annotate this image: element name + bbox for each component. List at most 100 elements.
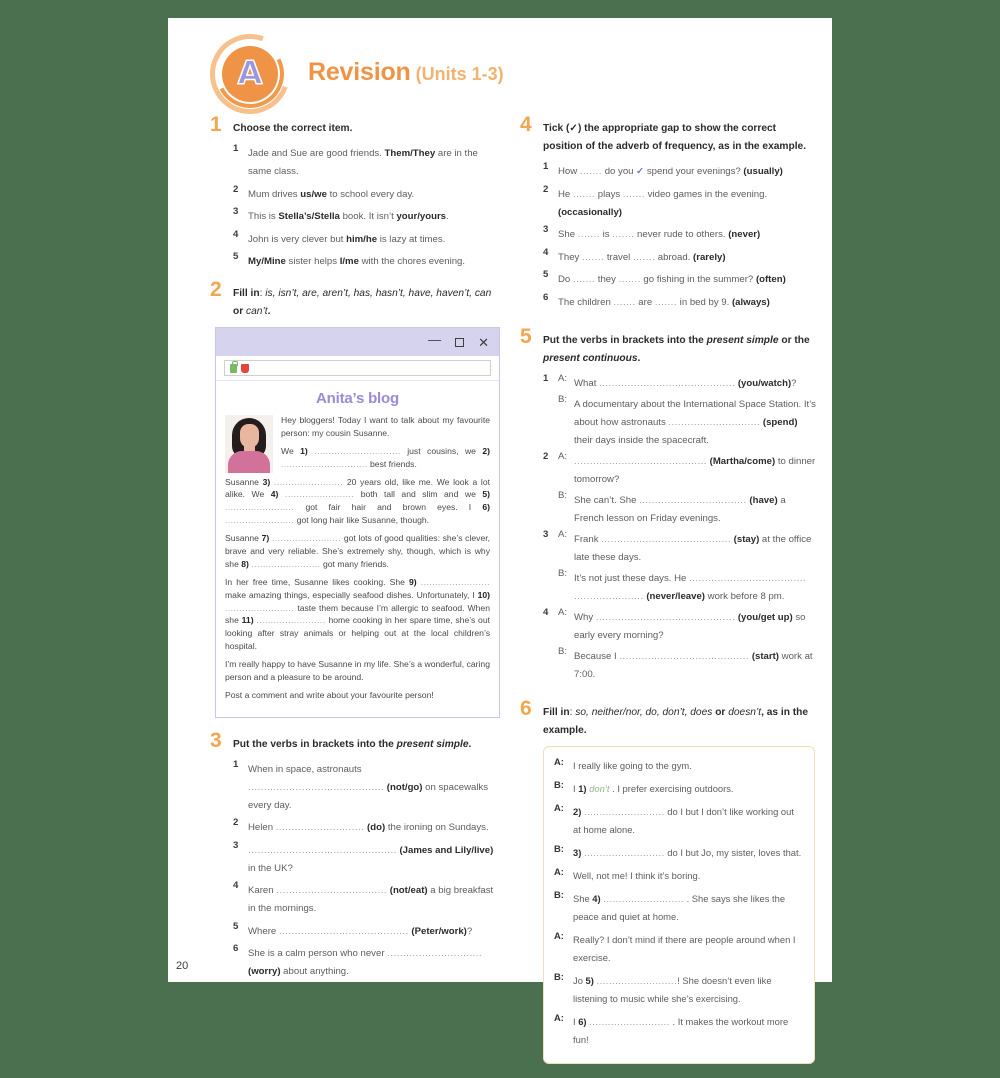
exercise-4-header: 4 Tick (✓) the appropriate gap to show t…: [520, 114, 816, 154]
maximize-icon[interactable]: [455, 337, 465, 347]
page-number: 20: [176, 960, 189, 972]
dialogue-line: B: Because I ............................…: [558, 646, 816, 682]
exercise-2: 2 Fill in: is, isn’t, are, aren’t, has, …: [210, 279, 500, 718]
blog-browser-window: — ✕ Anita’s blog Hey bloggers! Today I w…: [215, 327, 500, 718]
list-item: 3.......................................…: [233, 840, 500, 876]
exercise-6-dialogue-box: A: I really like going to the gym. B: I 1) …: [543, 745, 815, 1064]
speaker-label: B:: [558, 393, 568, 405]
item-text: My/Mine sister helps I/me with the chore…: [248, 256, 466, 267]
item-text: ........................................…: [248, 844, 494, 874]
item-text: Do ....... they ....... go fishing in th…: [558, 274, 786, 285]
exercise-6: 6 Fill in: so, neither/nor, do, don’t, d…: [520, 698, 816, 1064]
item-text: John is very clever but him/he is lazy a…: [248, 233, 446, 245]
list-item: 4 They ....... travel ....... abroad. (ra…: [543, 247, 816, 265]
blog-paragraph: I’m really happy to have Susanne in my l…: [225, 659, 490, 683]
exercise-2-header: 2 Fill in: is, isn’t, are, aren’t, has, …: [210, 279, 500, 319]
speaker-label: A:: [554, 801, 564, 813]
exercise-5: 5 Put the verbs in brackets into the pre…: [520, 326, 816, 682]
dialogue-text: Jo 5) ..........................! She do…: [573, 974, 772, 1004]
item-text: Because I ..............................…: [574, 650, 813, 680]
lock-icon: [230, 360, 238, 373]
speaker-label: B:: [554, 842, 564, 854]
dialogue-text: 2) .......................... do I but I…: [573, 805, 794, 835]
item-text: When in space, astronauts ..............…: [248, 763, 489, 811]
dialogue-line: B: It’s not just these days. He .........…: [558, 568, 816, 604]
exercise-4-instruction: Tick (✓) the appropriate gap to show the…: [543, 123, 807, 152]
item-text: She ....... is ....... never rude to oth…: [558, 229, 761, 240]
speaker-label: A:: [558, 606, 568, 618]
exercise-3-instruction: Put the verbs in brackets into the prese…: [233, 738, 472, 750]
item-number: 5: [233, 251, 239, 262]
item-number: 1: [233, 143, 239, 154]
dialogue-text: 3) .......................... do I but J…: [573, 846, 802, 858]
close-icon[interactable]: ✕: [478, 336, 489, 349]
list-item: 1 When in space, astronauts .............…: [233, 759, 500, 813]
exercise-6-number: 6: [520, 696, 532, 720]
exercise-2-instruction: Fill in: is, isn’t, are, aren’t, has, ha…: [233, 288, 492, 317]
item-number: 2: [233, 183, 239, 195]
exercise-4-number: 4: [520, 113, 532, 136]
speaker-label: A:: [554, 755, 564, 767]
dialogue-line: A: Well, not me! I think it’s boring.: [554, 866, 804, 884]
blog-paragraph: Susanne 7) ........................ got …: [225, 533, 490, 569]
exercise-5-number: 5: [520, 324, 532, 348]
list-item: 2 He ....... plays ....... video games in…: [543, 184, 816, 220]
exercise-1-number: 1: [210, 113, 222, 136]
item-text: Mum drives us/we to school every day.: [248, 188, 415, 200]
item-number: 6: [543, 291, 549, 303]
exercise-3-items: 1 When in space, astronauts .............…: [210, 759, 500, 980]
exercise-5-header: 5 Put the verbs in brackets into the pre…: [520, 326, 816, 366]
dialogue-line: A: I really like going to the gym.: [554, 756, 804, 774]
exercise-5-instruction: Put the verbs in brackets into the prese…: [543, 334, 810, 364]
workbook-page: A Revision (Units 1-3) 1 Choose the corre…: [168, 18, 832, 1064]
exercise-3-number: 3: [210, 728, 222, 752]
list-item: 1 How ....... do you ✓ spend your evening…: [543, 161, 816, 179]
list-item: 3 A: Frank ...............................…: [543, 529, 816, 604]
exercise-3: 3 Put the verbs in brackets into the pre…: [210, 730, 500, 980]
dialogue-line: A: What .................................…: [558, 373, 816, 391]
blog-content: Anita’s blog Hey bloggers! Today I want …: [216, 380, 499, 717]
exercise-1-header: 1 Choose the correct item.: [210, 114, 500, 136]
blog-author-photo: [225, 415, 273, 473]
list-item: 4 Karen .................................…: [233, 880, 500, 916]
item-text: Why ....................................…: [574, 611, 806, 641]
speaker-label: A:: [554, 1011, 564, 1023]
blog-paragraph: Susanne 3) ........................ 20 y…: [225, 476, 490, 526]
item-text: ........................................…: [574, 455, 816, 485]
list-item: 1 A: What ................................…: [543, 373, 816, 448]
exercise-3-header: 3 Put the verbs in brackets into the pre…: [210, 730, 500, 752]
item-number: 3: [543, 528, 549, 540]
item-text: Jade and Sue are good friends. Them/They…: [248, 148, 478, 177]
exercise-1: 1 Choose the correct item. 1 Jade and Sue…: [210, 114, 500, 269]
dialogue-text: Well, not me! I think it’s boring.: [573, 869, 701, 881]
minimize-icon[interactable]: —: [428, 333, 441, 346]
address-bar[interactable]: [224, 360, 491, 376]
item-text: The children ....... are ....... in bed …: [558, 296, 770, 308]
list-item: 5 My/Mine sister helps I/me with the chor…: [233, 251, 500, 269]
speaker-label: B:: [554, 970, 564, 982]
item-text: Karen ..................................…: [248, 885, 494, 915]
item-text: A documentary about the International Sp…: [574, 398, 816, 446]
item-text: She is a calm person who never .........…: [248, 948, 483, 978]
speaker-label: A:: [554, 929, 564, 941]
list-item: 5 Where .................................…: [233, 921, 500, 939]
dialogue-line: B: She 4) .......................... . Sh…: [554, 889, 804, 925]
item-number: 1: [543, 161, 549, 172]
item-number: 5: [543, 269, 549, 280]
item-number: 5: [233, 920, 239, 932]
item-text: How ....... do you ✓ spend your evenings…: [558, 166, 783, 177]
dialogue-text: I really like going to the gym.: [573, 759, 692, 771]
list-item: 2 Mum drives us/we to school every day.: [233, 184, 500, 202]
dialogue-line: A: Frank ................................…: [558, 529, 816, 565]
blog-paragraph: Post a comment and write about your favo…: [225, 689, 434, 700]
item-number: 1: [543, 372, 549, 384]
item-number: 2: [543, 450, 549, 462]
item-number: 4: [233, 880, 239, 892]
speaker-label: B:: [554, 778, 564, 790]
blog-title: Anita’s blog: [316, 390, 399, 407]
speaker-label: B:: [554, 888, 564, 900]
list-item: 4 A: Why .................................…: [543, 607, 816, 682]
browser-toolbar: [216, 356, 499, 380]
list-item: 6 The children ....... are ....... in bed…: [543, 292, 816, 310]
dialogue-line: A: Why ..................................…: [558, 607, 816, 643]
